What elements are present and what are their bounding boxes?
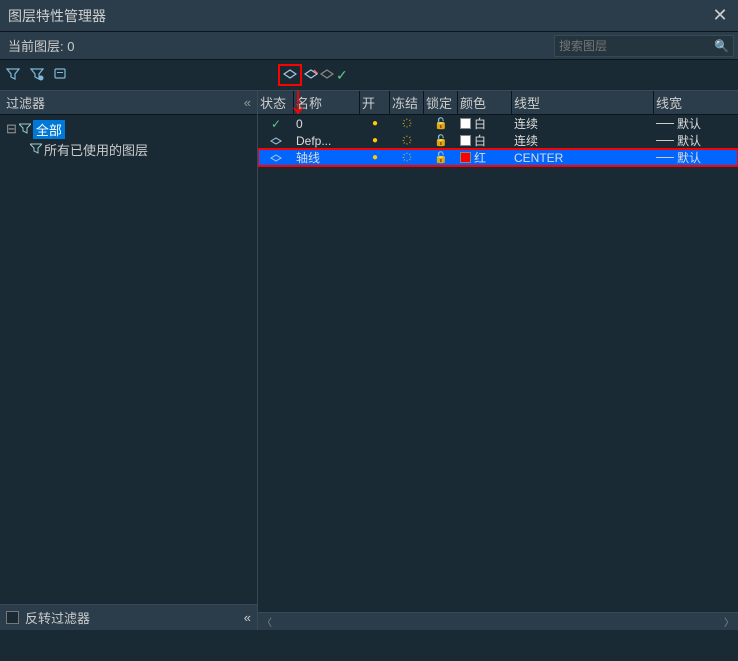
- lineweight-line-icon: [656, 140, 674, 141]
- filter-all-icon: [19, 122, 31, 137]
- color-swatch[interactable]: [460, 118, 471, 129]
- scroll-left-icon[interactable]: 〈: [262, 614, 272, 629]
- collapse-footer-icon[interactable]: «: [244, 610, 251, 625]
- cell-color-name: 白: [474, 132, 486, 149]
- window-title: 图层特性管理器: [8, 6, 106, 26]
- filter-footer: 反转过滤器 «: [0, 604, 257, 630]
- close-icon[interactable]: ✕: [710, 5, 730, 26]
- layer-states-icon[interactable]: [54, 67, 68, 84]
- layer-icon: [270, 136, 282, 146]
- col-linetype[interactable]: 线型: [512, 91, 654, 114]
- cell-name[interactable]: 0: [294, 117, 360, 131]
- lineweight-line-icon: [656, 157, 674, 158]
- tree-toggle-icon[interactable]: ⊟: [6, 121, 17, 137]
- current-layer-check-icon: ✓: [271, 117, 281, 131]
- color-swatch[interactable]: [460, 135, 471, 146]
- table-row[interactable]: ✓0●҉🔓白连续默认: [258, 115, 738, 132]
- cell-lineweight[interactable]: 默认: [654, 149, 724, 166]
- bulb-icon[interactable]: ●: [372, 152, 378, 163]
- tree-all-label: 全部: [33, 120, 65, 139]
- tree-used-label: 所有已使用的图层: [44, 140, 148, 159]
- grid-header: 状态 名称 开 冻结 锁定 颜色 线型 线宽: [258, 91, 738, 115]
- new-layer-highlight: ↓: [278, 64, 302, 86]
- filter-header: 过滤器 «: [0, 91, 257, 115]
- new-layer-frozen-icon[interactable]: [304, 67, 318, 83]
- lock-icon[interactable]: 🔓: [434, 117, 448, 130]
- title-bar: 图层特性管理器 ✕: [0, 0, 738, 32]
- search-box[interactable]: 🔍: [554, 35, 734, 57]
- filter-new-icon[interactable]: [6, 67, 20, 84]
- filter-group-icon[interactable]: [30, 67, 44, 84]
- horizontal-scrollbar[interactable]: 〈 〉: [258, 612, 738, 630]
- col-freeze[interactable]: 冻结: [390, 91, 424, 114]
- current-layer-bar: 当前图层: 0 🔍: [0, 32, 738, 60]
- invert-filter-checkbox[interactable]: [6, 611, 19, 624]
- filter-tree[interactable]: ⊟ 全部 所有已使用的图层: [0, 115, 257, 604]
- cell-lineweight[interactable]: 默认: [654, 115, 724, 132]
- filter-header-label: 过滤器: [6, 93, 45, 112]
- cell-linetype[interactable]: 连续: [512, 132, 654, 149]
- toolbar: ↓ ✓: [0, 60, 738, 90]
- cell-name[interactable]: Defp...: [294, 134, 360, 148]
- col-name[interactable]: 名称: [294, 91, 360, 114]
- cell-color-name: 白: [474, 115, 486, 132]
- layer-tools: ↓ ✓: [278, 64, 348, 86]
- col-on[interactable]: 开: [360, 91, 390, 114]
- cell-linetype[interactable]: 连续: [512, 115, 654, 132]
- cell-linetype[interactable]: CENTER: [512, 151, 654, 165]
- col-lock[interactable]: 锁定: [424, 91, 458, 114]
- lock-icon[interactable]: 🔓: [434, 151, 448, 164]
- current-layer-label: 当前图层: 0: [4, 34, 78, 57]
- col-lineweight[interactable]: 线宽: [654, 91, 724, 114]
- cell-name[interactable]: 轴线: [294, 149, 360, 166]
- filter-sidebar: 过滤器 « ⊟ 全部 所有已使用的图层 反转过滤器 «: [0, 91, 258, 630]
- color-swatch[interactable]: [460, 152, 471, 163]
- main-area: 过滤器 « ⊟ 全部 所有已使用的图层 反转过滤器 «: [0, 90, 738, 630]
- tree-item-all[interactable]: ⊟ 全部: [6, 119, 251, 139]
- search-icon[interactable]: 🔍: [714, 39, 729, 53]
- table-row[interactable]: 轴线●҉🔓红CENTER默认: [258, 149, 738, 166]
- delete-layer-icon[interactable]: [320, 67, 334, 83]
- grid-body[interactable]: ✓0●҉🔓白连续默认Defp...●҉🔓白连续默认轴线●҉🔓红CENTER默认: [258, 115, 738, 612]
- layer-icon: [270, 153, 282, 163]
- lineweight-line-icon: [656, 123, 674, 124]
- layer-list-panel: 状态 名称 开 冻结 锁定 颜色 线型 线宽 ✓0●҉🔓白连续默认Defp...…: [258, 91, 738, 630]
- bulb-icon[interactable]: ●: [372, 135, 378, 146]
- col-color[interactable]: 颜色: [458, 91, 512, 114]
- set-current-icon[interactable]: ✓: [336, 67, 348, 84]
- tree-item-used[interactable]: 所有已使用的图层: [6, 139, 251, 159]
- scroll-right-icon[interactable]: 〉: [724, 614, 734, 629]
- col-status[interactable]: 状态: [258, 91, 294, 114]
- search-input[interactable]: [559, 39, 714, 53]
- collapse-filter-icon[interactable]: «: [244, 95, 251, 110]
- filter-used-icon: [30, 142, 42, 157]
- lock-icon[interactable]: 🔓: [434, 134, 448, 147]
- table-row[interactable]: Defp...●҉🔓白连续默认: [258, 132, 738, 149]
- new-layer-icon[interactable]: [283, 67, 297, 83]
- invert-filter-label: 反转过滤器: [25, 608, 90, 627]
- bulb-icon[interactable]: ●: [372, 118, 378, 129]
- cell-color-name: 红: [474, 149, 486, 166]
- cell-lineweight[interactable]: 默认: [654, 132, 724, 149]
